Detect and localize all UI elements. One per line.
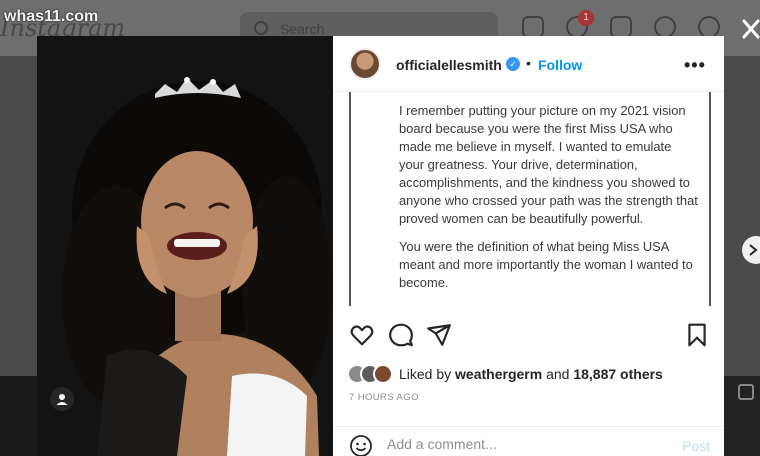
comment-bar: Post	[333, 426, 724, 456]
like-heart-icon[interactable]	[349, 322, 375, 348]
likes-count[interactable]: 18,887 others	[573, 366, 663, 382]
liker-avatar	[373, 364, 393, 384]
verified-badge-icon: ✓	[506, 57, 520, 71]
multi-image-icon	[738, 384, 754, 400]
post-timestamp[interactable]: 7 HOURS AGO	[349, 392, 419, 403]
new-post-icon	[610, 16, 632, 38]
post-details-panel: officialellesmith ✓ • Follow ••• I remem…	[333, 36, 724, 456]
post-header: officialellesmith ✓ • Follow •••	[333, 36, 724, 92]
search-placeholder: Search	[280, 21, 325, 37]
post-modal: officialellesmith ✓ • Follow ••• I remem…	[37, 36, 724, 456]
home-icon	[522, 16, 544, 38]
save-bookmark-icon[interactable]	[684, 322, 710, 348]
likes-summary: Liked by weathergerm and 18,887 others	[347, 364, 717, 384]
next-post-button[interactable]	[742, 236, 760, 264]
emoji-icon[interactable]	[349, 434, 373, 456]
share-icon[interactable]	[426, 322, 452, 348]
more-options-icon[interactable]: •••	[684, 55, 706, 76]
notification-badge: 1	[578, 10, 594, 26]
portrait-image	[37, 36, 333, 456]
caption-paragraph-2: You were the definition of what being Mi…	[399, 239, 693, 290]
caption-paragraph-1: I remember putting your picture on my 20…	[399, 103, 698, 226]
follow-button[interactable]: Follow	[538, 57, 582, 73]
liker-username[interactable]: weathergerm	[455, 366, 542, 382]
post-photo	[37, 36, 333, 456]
comment-input[interactable]	[387, 436, 657, 452]
tagged-users-icon[interactable]	[50, 387, 74, 411]
comment-icon[interactable]	[388, 322, 414, 348]
post-actions	[333, 322, 724, 352]
station-watermark: whas11.com	[4, 8, 99, 25]
author-avatar[interactable]	[349, 48, 381, 80]
close-icon[interactable]	[742, 18, 760, 40]
post-comment-button[interactable]: Post	[682, 438, 710, 454]
post-caption: I remember putting your picture on my 20…	[349, 92, 711, 306]
background-image-thumb	[0, 376, 40, 456]
separator-dot: •	[526, 55, 531, 71]
chevron-right-icon	[749, 244, 758, 256]
explore-icon	[654, 16, 676, 38]
likes-prefix: Liked by	[399, 366, 452, 382]
search-icon	[254, 21, 268, 35]
likes-and: and	[546, 366, 570, 382]
likes-text[interactable]: Liked by weathergerm and 18,887 others	[399, 366, 663, 382]
author-username[interactable]: officialellesmith	[396, 57, 502, 73]
